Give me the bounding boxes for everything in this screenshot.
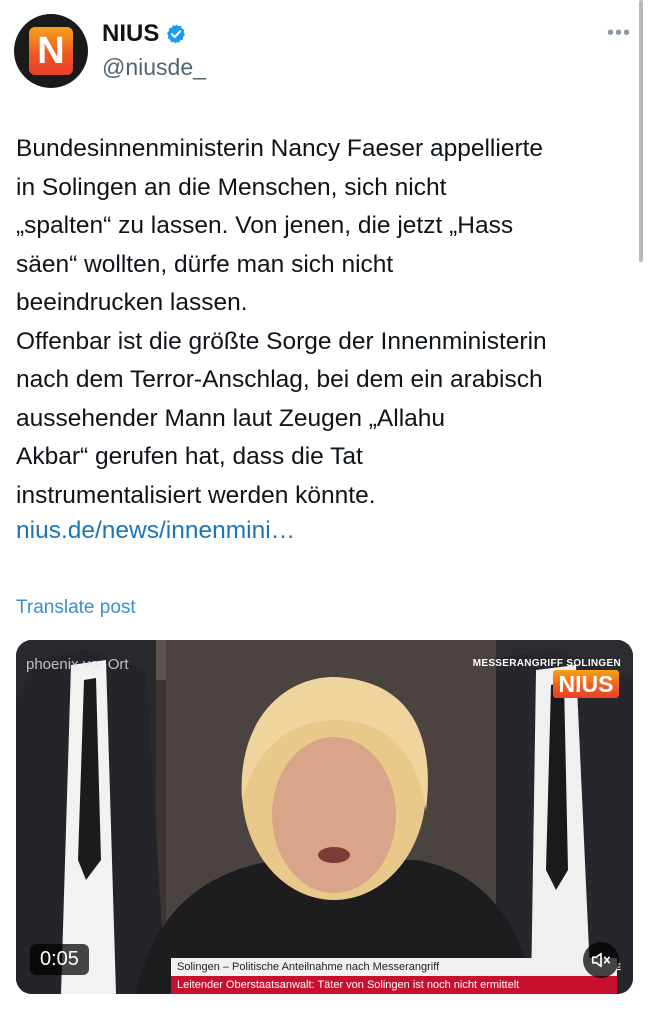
video-player[interactable]: phoenix vor Ort MESSERANGRIFF SOLINGEN N… xyxy=(16,640,633,994)
nius-logo: NIUS xyxy=(553,670,619,698)
mute-button[interactable] xyxy=(583,942,619,978)
scrollbar[interactable] xyxy=(639,0,643,262)
avatar[interactable]: N xyxy=(14,14,88,88)
tweet-text: Bundesinnenministerin Nancy Faeser appel… xyxy=(16,135,547,509)
more-icon[interactable]: ••• xyxy=(607,22,631,45)
video-ticker: Leitender Oberstaatsanwalt: Täter von So… xyxy=(171,976,617,994)
video-headline: Solingen – Politische Anteilnahme nach M… xyxy=(171,958,617,976)
channel-watermark: phoenix vor Ort xyxy=(26,656,129,673)
author-display-name[interactable]: NIUS xyxy=(102,20,159,48)
video-timestamp: 0:05 xyxy=(30,944,89,975)
avatar-letter: N xyxy=(37,30,65,72)
translate-post-link[interactable]: Translate post xyxy=(16,597,136,619)
nius-logo-text: NIUS xyxy=(558,670,614,697)
breaking-label: MESSERANGRIFF SOLINGEN xyxy=(472,658,621,669)
mute-icon xyxy=(591,952,611,968)
video-frame xyxy=(16,640,633,994)
nius-logo-avatar: N xyxy=(29,27,73,75)
verified-badge-icon xyxy=(167,24,186,44)
article-link[interactable]: nius.de/news/innenmini… xyxy=(16,517,295,545)
author-handle[interactable]: @niusde_ xyxy=(102,54,206,81)
author-name-row[interactable]: NIUS xyxy=(102,20,187,48)
